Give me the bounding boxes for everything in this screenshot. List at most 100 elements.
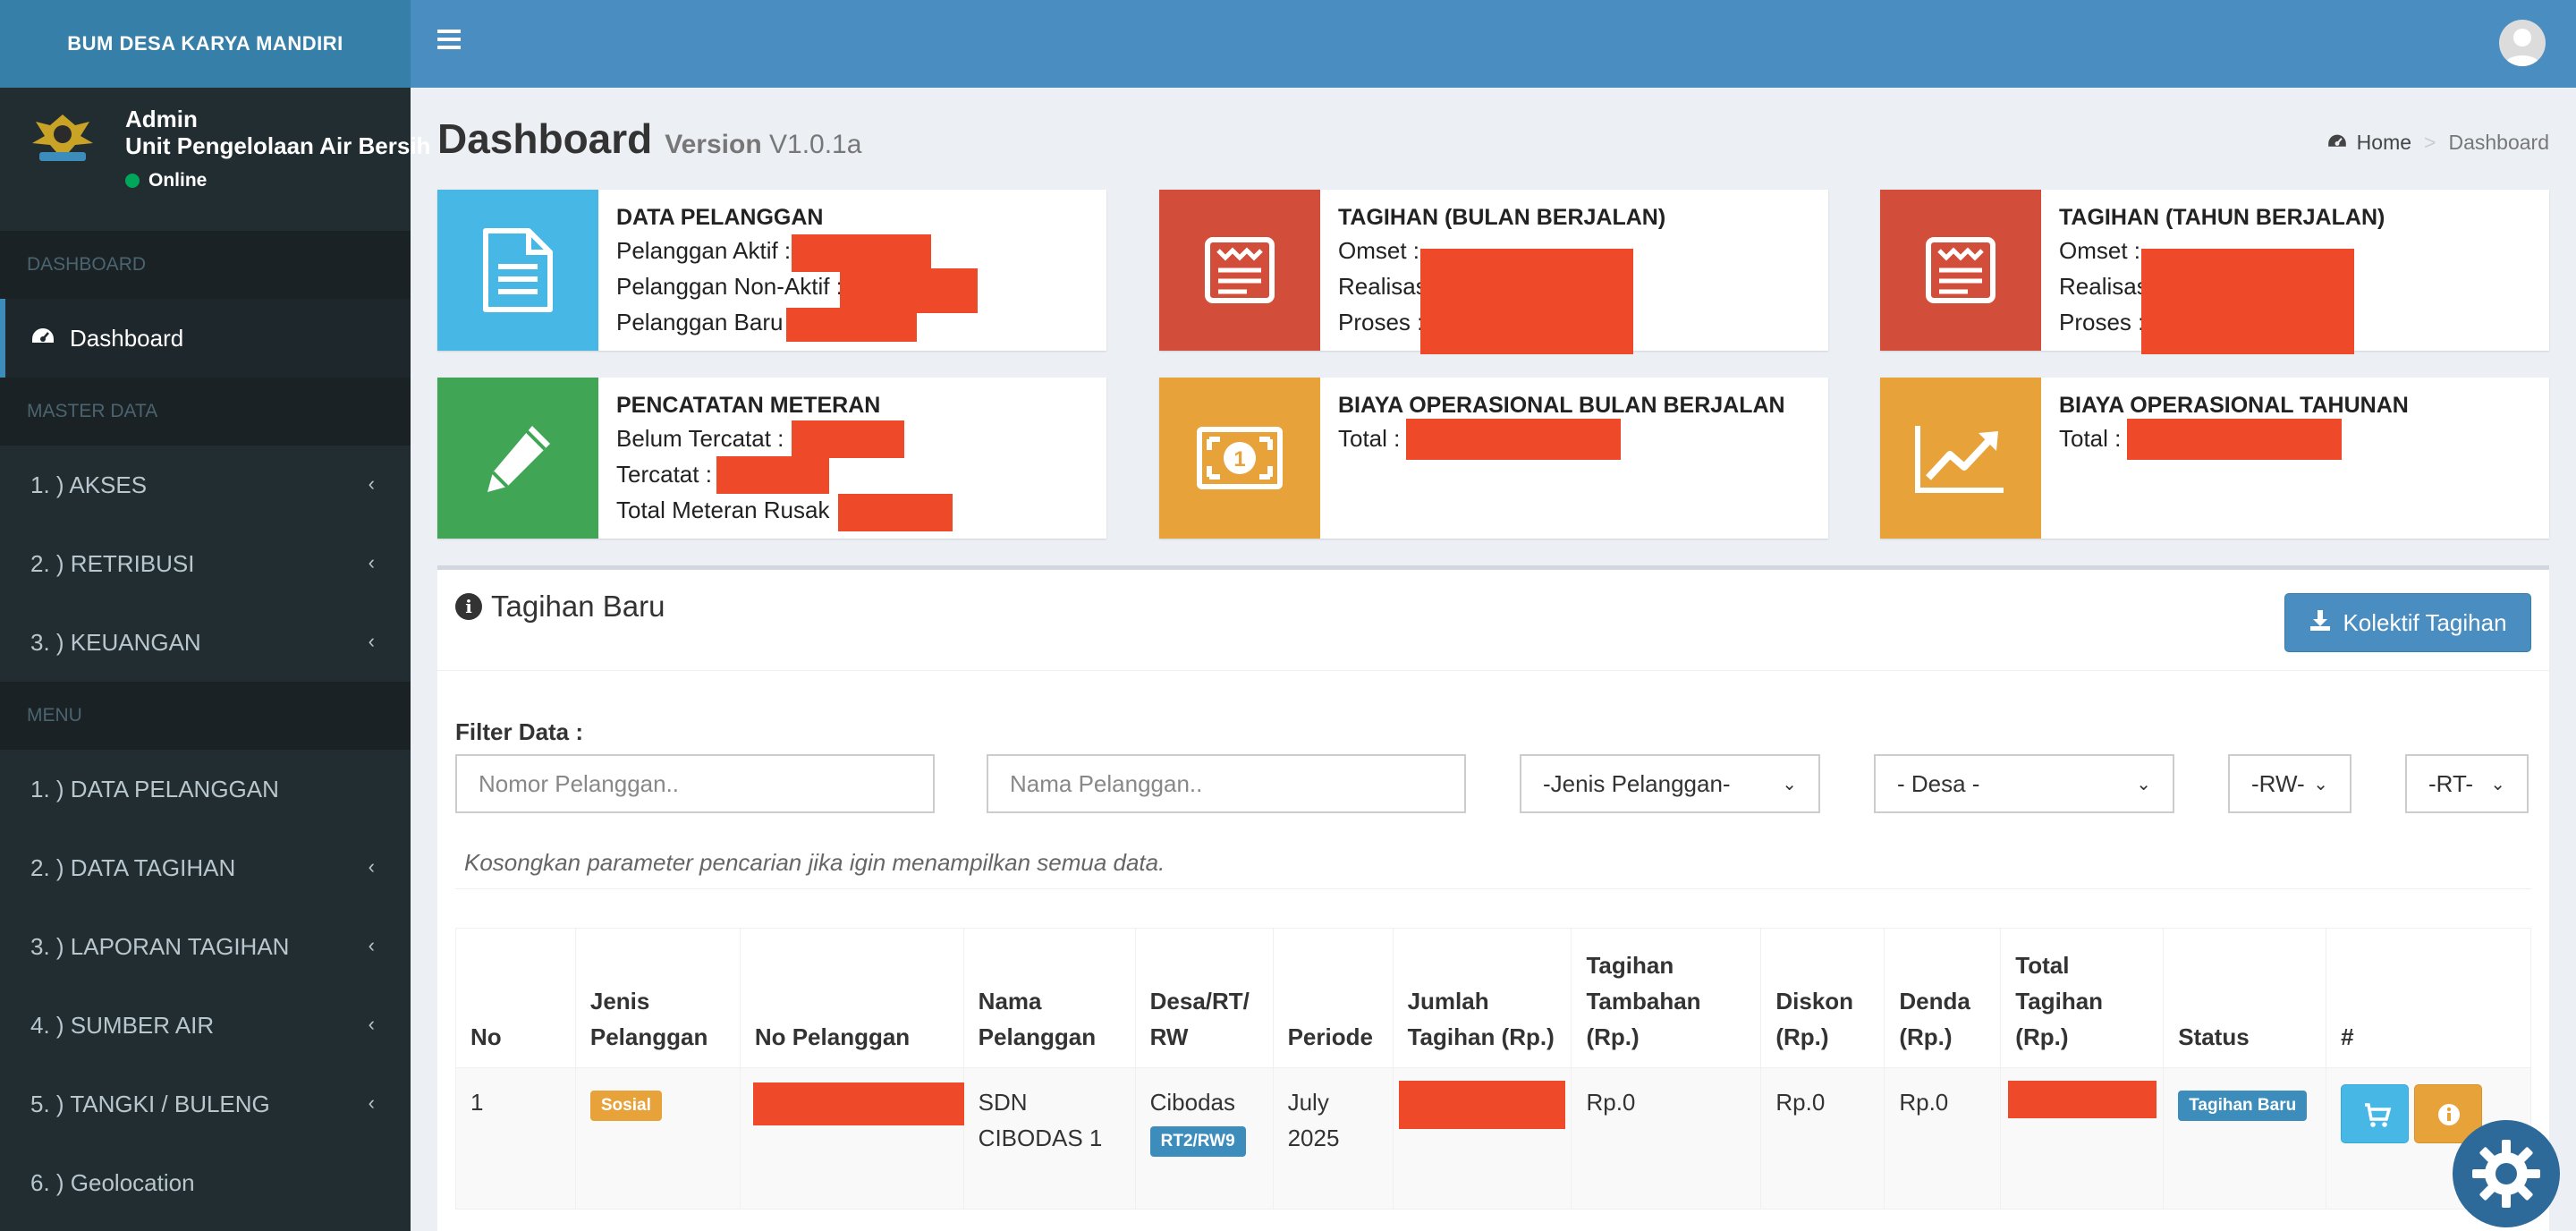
sidebar-item-label: 1. ) AKSES [30,471,148,498]
info-box-title: BIAYA OPERASIONAL BULAN BERJALAN [1338,393,1785,418]
sidebar-item-akses[interactable]: 1. ) AKSES ‹ [0,446,411,524]
kolektif-tagihan-button[interactable]: Kolektif Tagihan [2284,593,2531,652]
col-tagihan-tambahan: Tagihan Tambahan (Rp.) [1571,928,1762,1068]
col-no: No [455,928,576,1068]
select-value: -Jenis Pelanggan- [1543,769,1731,797]
redacted-value [2127,419,2342,460]
sidebar-item-laporan-tagihan[interactable]: 3. ) LAPORAN TAGIHAN ‹ [0,907,411,986]
sidebar-item-tangki-buleng[interactable]: 5. ) TANGKI / BULENG ‹ [0,1065,411,1143]
page-title-text: Dashboard [437,115,653,162]
user-status: Online [125,170,430,191]
chevron-left-icon: ‹ [368,855,375,878]
select-value: -RT- [2428,769,2474,797]
sidebar-item-geolocation[interactable]: 6. ) Geolocation [0,1143,411,1222]
chevron-left-icon: ‹ [368,551,375,573]
info-box-line: Pelanggan Baru : [616,304,1097,342]
chevron-left-icon: ‹ [368,472,375,495]
dashboard-icon [2326,131,2348,155]
breadcrumb: Home > Dashboard [2326,131,2549,155]
col-nama-pelanggan: Nama Pelanggan [962,928,1136,1068]
tagihan-table: No Jenis Pelanggan No Pelanggan Nama Pelan… [455,928,2531,1210]
brand-logo[interactable]: BUM DESA KARYA MANDIRI [0,0,411,88]
redacted-value [716,456,829,494]
document-icon [437,190,598,351]
col-no-pelanggan: No Pelanggan [739,928,964,1068]
cell-no: 1 [455,1067,576,1210]
user-name: Admin [125,106,198,132]
nama-pelanggan-input[interactable] [987,754,1466,813]
user-avatar[interactable] [2499,20,2546,66]
online-dot-icon [125,174,140,188]
col-jumlah-tagihan: Jumlah Tagihan (Rp.) [1392,928,1572,1068]
redacted-value [1420,249,1633,354]
breadcrumb-home-link[interactable]: Home [2357,131,2411,155]
version-label: Version V1.0.1a [665,130,862,159]
info-box-content: BIAYA OPERASIONAL BULAN BERJALAN Total : [1338,390,1819,460]
info-circle-icon: i [455,593,482,620]
info-box-title: BIAYA OPERASIONAL TAHUNAN [2059,393,2409,418]
chevron-down-icon: ⌄ [2490,774,2505,794]
newspaper-icon [1880,190,2041,351]
download-icon [2309,608,2332,638]
sidebar-item-retribusi[interactable]: 2. ) RETRIBUSI ‹ [0,524,411,603]
info-box-tagihan-bulan: TAGIHAN (BULAN BERJALAN) Omset : Realisa… [1159,190,1828,354]
info-box-title: TAGIHAN (BULAN BERJALAN) [1338,205,1666,230]
sidebar-item-label: 4. ) SUMBER AIR [30,1011,215,1039]
jenis-pelanggan-select[interactable]: -Jenis Pelanggan- ⌄ [1520,754,1820,813]
status-badge: Tagihan Baru [2178,1091,2308,1121]
brand-name: BUM DESA KARYA MANDIRI [67,32,343,55]
desa-select[interactable]: - Desa - ⌄ [1874,754,2174,813]
cell-nama: SDN CIBODAS 1 [962,1067,1136,1210]
user-status-label: Online [148,170,208,191]
nomor-pelanggan-input[interactable] [455,754,935,813]
panel-title: i Tagihan Baru [455,590,665,624]
info-box-line: Pelanggan Aktif : [616,233,1097,272]
rt-select[interactable]: -RT- ⌄ [2405,754,2529,813]
cell-desa: Cibodas RT2/RW9 [1134,1067,1274,1210]
sidebar-item-label: 2. ) DATA TAGIHAN [30,853,236,881]
settings-gear-button[interactable] [2453,1120,2560,1227]
tagihan-baru-panel: i Tagihan Baru Kolektif Tagihan Filter D… [437,565,2549,1231]
cart-button[interactable] [2341,1084,2410,1143]
sidebar-item-data-pelanggan[interactable]: 1. ) DATA PELANGGAN [0,750,411,828]
select-value: -RW- [2251,769,2305,797]
filter-label: Filter Data : [455,718,584,745]
kolektif-tagihan-label: Kolektif Tagihan [2343,608,2507,636]
info-box-content: TAGIHAN (BULAN BERJALAN) Omset : Realisa… [1338,202,1819,354]
main-content: Dashboard Version V1.0.1a Home > Dashboar… [411,88,2576,1231]
redacted-value [838,494,953,531]
chevron-left-icon: ‹ [368,630,375,652]
chevron-down-icon: ⌄ [2313,774,2328,794]
sidebar-item-keuangan[interactable]: 3. ) KEUANGAN ‹ [0,603,411,682]
hamburger-menu-icon[interactable] [437,30,461,49]
newspaper-icon [1159,190,1320,351]
user-unit: Unit Pengelolaan Air Bersih [125,132,431,159]
redacted-value [792,420,904,458]
sidebar-item-label: 5. ) TANGKI / BULENG [30,1090,270,1117]
sidebar-item-label: 3. ) LAPORAN TAGIHAN [30,932,290,960]
cart-icon [2365,1103,2392,1127]
info-box-line: Total Meteran Rusak : [616,492,1097,531]
top-navbar [411,0,2576,88]
info-box-line: Total : [2059,419,2540,460]
breadcrumb-current: Dashboard [2448,131,2549,154]
col-status: Status [2163,928,2327,1068]
sidebar-item-data-tagihan[interactable]: 2. ) DATA TAGIHAN ‹ [0,828,411,907]
info-box-line: Total : [1338,419,1819,460]
info-box-pencatatan-meteran: PENCATATAN METERAN Belum Tercatat : Terc… [437,378,1106,539]
cell-denda: Rp.0 [1884,1067,2002,1210]
col-jenis-pelanggan: Jenis Pelanggan [574,928,741,1068]
redacted-value [1406,419,1621,460]
info-box-content: BIAYA OPERASIONAL TAHUNAN Total : [2059,390,2540,460]
sidebar-item-sumber-air[interactable]: 4. ) SUMBER AIR ‹ [0,986,411,1065]
chevron-down-icon: ⌄ [1782,774,1797,794]
cell-periode: July 2025 [1272,1067,1394,1210]
village-emblem-icon [23,106,102,168]
jenis-badge: Sosial [589,1091,662,1121]
info-box-biaya-operasional-bulan: 1 BIAYA OPERASIONAL BULAN BERJALAN Total… [1159,378,1828,539]
sidebar-item-dashboard[interactable]: Dashboard [0,299,411,378]
rw-select[interactable]: -RW- ⌄ [2228,754,2351,813]
redacted-value [1398,1081,1565,1129]
redacted-value [752,1082,970,1125]
select-value: - Desa - [1897,769,1980,797]
